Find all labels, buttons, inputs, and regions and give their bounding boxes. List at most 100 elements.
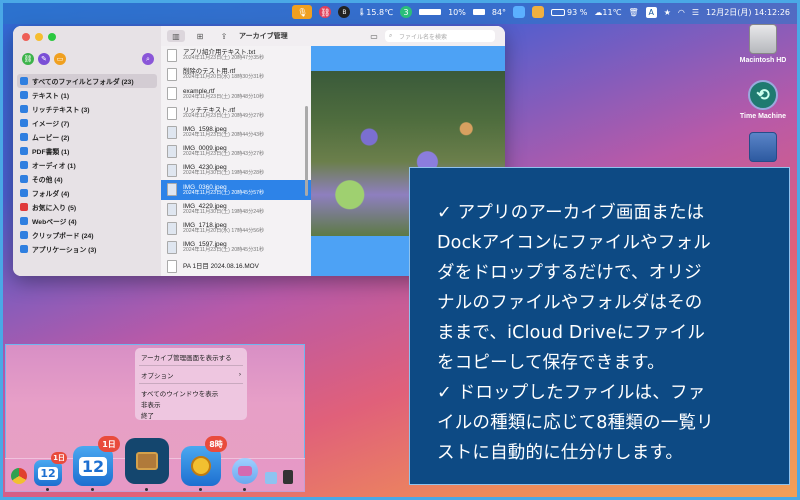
file-row[interactable]: PA 1日目 2024.08.16.MOV	[161, 257, 311, 276]
category-icon	[20, 189, 28, 197]
sidebar-item[interactable]: アプリケーション (3)	[17, 242, 157, 256]
clock-icon: ⟲	[748, 80, 778, 110]
percent-display[interactable]: 10%	[448, 8, 466, 17]
menu-item-options[interactable]: オプション ›	[135, 369, 247, 380]
file-row[interactable]: 削除のテスト用.rtf 2024年11月20日(水) 18時30分31秒	[161, 65, 311, 84]
weather-text: 11℃	[602, 7, 622, 17]
clock-text[interactable]: 12月2日(月) 14:12:26	[706, 7, 790, 18]
file-row[interactable]: IMG_4229.jpeg 2024年11月30日(土) 19時48分24秒	[161, 200, 311, 219]
description-line: ナルのファイルやフォルダはその	[437, 293, 703, 313]
temperature-display[interactable]: 🌡 15.8℃	[357, 8, 393, 17]
menu-separator	[139, 383, 243, 384]
clip-icon[interactable]: ✎	[38, 53, 50, 65]
sidebar-item[interactable]: イメージ (7)	[17, 116, 157, 130]
link-icon[interactable]: ⛓	[22, 53, 34, 65]
menu-item-show-all-windows[interactable]: すべてのウインドウを表示	[135, 387, 247, 398]
time-machine-icon[interactable]: ⟲ Time Machine	[731, 80, 795, 120]
sidebar-item[interactable]: その他 (4)	[17, 172, 157, 186]
sidebar-item-label: リッチテキスト (3)	[32, 107, 90, 114]
input-source[interactable]: A	[645, 6, 657, 18]
file-row[interactable]: IMG_4230.jpeg 2024年11月30日(土) 19時48分28秒	[161, 161, 311, 180]
sidebar-item-label: Webページ (4)	[32, 219, 77, 226]
weather-display[interactable]: ☁ 11℃	[594, 8, 621, 17]
search-icon[interactable]: ⌕	[142, 53, 154, 65]
file-row[interactable]: リッチテキスト.rtf 2024年11月23日(土) 20時49分27秒	[161, 104, 311, 123]
drive-icon[interactable]	[731, 132, 795, 165]
sidebar-item[interactable]: PDF書類 (1)	[17, 144, 157, 158]
dock-context-menu: アーカイブ管理画面を表示する オプション › すべてのウインドウを表示 非表示 終…	[135, 348, 247, 420]
file-date: 2024年11月30日(土) 19時48分28秒	[183, 170, 265, 177]
file-row[interactable]: IMG_0360.jpeg 2024年11月23日(土) 20時45分57秒	[161, 180, 311, 200]
share-icon[interactable]: ⇪	[215, 30, 233, 42]
sidebar-item[interactable]: フォルダ (4)	[17, 186, 157, 200]
scrollbar[interactable]	[305, 106, 308, 196]
search-icon: ⌕	[389, 32, 393, 39]
finder-icon[interactable]	[513, 6, 526, 18]
macintosh-hd-icon[interactable]: Macintosh HD	[731, 24, 795, 64]
sidebar-toggle-icon[interactable]: ▥	[167, 30, 185, 42]
calendar-app-icon-2[interactable]: 12	[73, 446, 113, 486]
file-row[interactable]: アプリ紹介用テキスト.txt 2024年11月23日(土) 20時47分35秒	[161, 46, 311, 65]
file-row[interactable]: IMG_1598.jpeg 2024年11月23日(土) 20時44分43秒	[161, 123, 311, 142]
document-file-icon	[167, 106, 177, 120]
document-file-icon	[167, 68, 177, 82]
file-info: IMG_4230.jpeg 2024年11月30日(土) 19時48分28秒	[183, 164, 264, 177]
trash-icon[interactable]: 🗑	[629, 8, 639, 17]
menu-item-hide[interactable]: 非表示	[135, 398, 247, 409]
zoom-button[interactable]	[48, 33, 56, 41]
sidebar-item[interactable]: すべてのファイルとフォルダ (23)	[17, 74, 157, 88]
bars-icon[interactable]	[419, 9, 442, 15]
app-icon[interactable]	[532, 6, 545, 18]
file-list[interactable]: アプリ紹介用テキスト.txt 2024年11月23日(土) 20時47分35秒 削除…	[161, 46, 311, 276]
image-file-icon	[167, 183, 177, 197]
sidebar-item-label: テキスト (1)	[32, 93, 70, 100]
category-icon	[20, 245, 28, 253]
file-row[interactable]: IMG_1597.jpeg 2024年11月23日(土) 20時45分31秒	[161, 238, 311, 257]
control-center-icon[interactable]: ☰	[692, 8, 699, 17]
sidebar-item[interactable]: テキスト (1)	[17, 88, 157, 102]
search-placeholder: ファイル名を検索	[399, 33, 448, 41]
file-row[interactable]: IMG_1718.jpeg 2024年11月20日(水) 17時44分56秒	[161, 219, 311, 238]
file-row[interactable]: example.rtf 2024年11月23日(土) 20時48分10秒	[161, 84, 311, 103]
phone-window-icon[interactable]	[283, 470, 293, 484]
battery-display[interactable]: 93 %	[551, 8, 587, 17]
link-icon[interactable]: ⛓	[319, 6, 332, 18]
grid-view-icon[interactable]: ⊞	[191, 30, 209, 42]
search-input[interactable]: ⌕ ファイル名を検索	[385, 30, 495, 42]
file-row[interactable]: IMG_0009.jpeg 2024年11月23日(土) 20時43分27秒	[161, 142, 311, 161]
preview-toggle-icon[interactable]: ▭	[365, 30, 383, 42]
sidebar-item[interactable]: お気に入り (5)	[17, 200, 157, 214]
file-date: 2024年11月20日(水) 18時30分31秒	[183, 74, 265, 81]
sidebar-item[interactable]: Webページ (4)	[17, 214, 157, 228]
time-machine-label: Time Machine	[739, 113, 787, 120]
file-info: IMG_0009.jpeg 2024年11月23日(土) 20時43分27秒	[183, 145, 264, 158]
timer-app-icon[interactable]	[181, 446, 221, 486]
basket-icon	[238, 466, 252, 476]
temp-text: 15.8℃	[366, 7, 394, 17]
clipboard-app-icon[interactable]	[232, 458, 258, 484]
description-line: Dockアイコンにファイルやフォル	[437, 233, 711, 253]
minimize-button[interactable]	[35, 33, 43, 41]
sidebar-item[interactable]: ムービー (2)	[17, 130, 157, 144]
close-button[interactable]	[22, 33, 30, 41]
b-icon[interactable]: B	[338, 6, 351, 18]
menu-item-quit[interactable]: 終了	[135, 409, 247, 420]
wifi-icon[interactable]: ◠	[678, 8, 685, 17]
archive-app-icon[interactable]	[125, 438, 169, 484]
file-name: PA 1日目 2024.08.16.MOV	[183, 263, 259, 271]
finder-window-icon[interactable]	[265, 472, 277, 484]
chrome-icon[interactable]	[11, 468, 27, 484]
sidebar-item[interactable]: オーディオ (1)	[17, 158, 157, 172]
bars-icon-2[interactable]	[472, 9, 485, 15]
box-icon[interactable]: ▭	[54, 53, 66, 65]
notification-badge[interactable]: 3	[400, 6, 413, 18]
menu-label: 非表示	[141, 401, 161, 409]
sidebar-item[interactable]: リッチテキスト (3)	[17, 102, 157, 116]
mic-icon[interactable]: 🎙	[292, 5, 313, 19]
category-icon	[20, 217, 28, 225]
sidebar-actions: ⛓ ✎ ▭ ⌕	[22, 53, 154, 65]
degree-display[interactable]: 84°	[492, 8, 506, 17]
sidebar-item[interactable]: クリップボード (24)	[17, 228, 157, 242]
star-icon[interactable]: ★	[664, 8, 671, 17]
menu-item-show-archive[interactable]: アーカイブ管理画面を表示する	[135, 351, 247, 362]
